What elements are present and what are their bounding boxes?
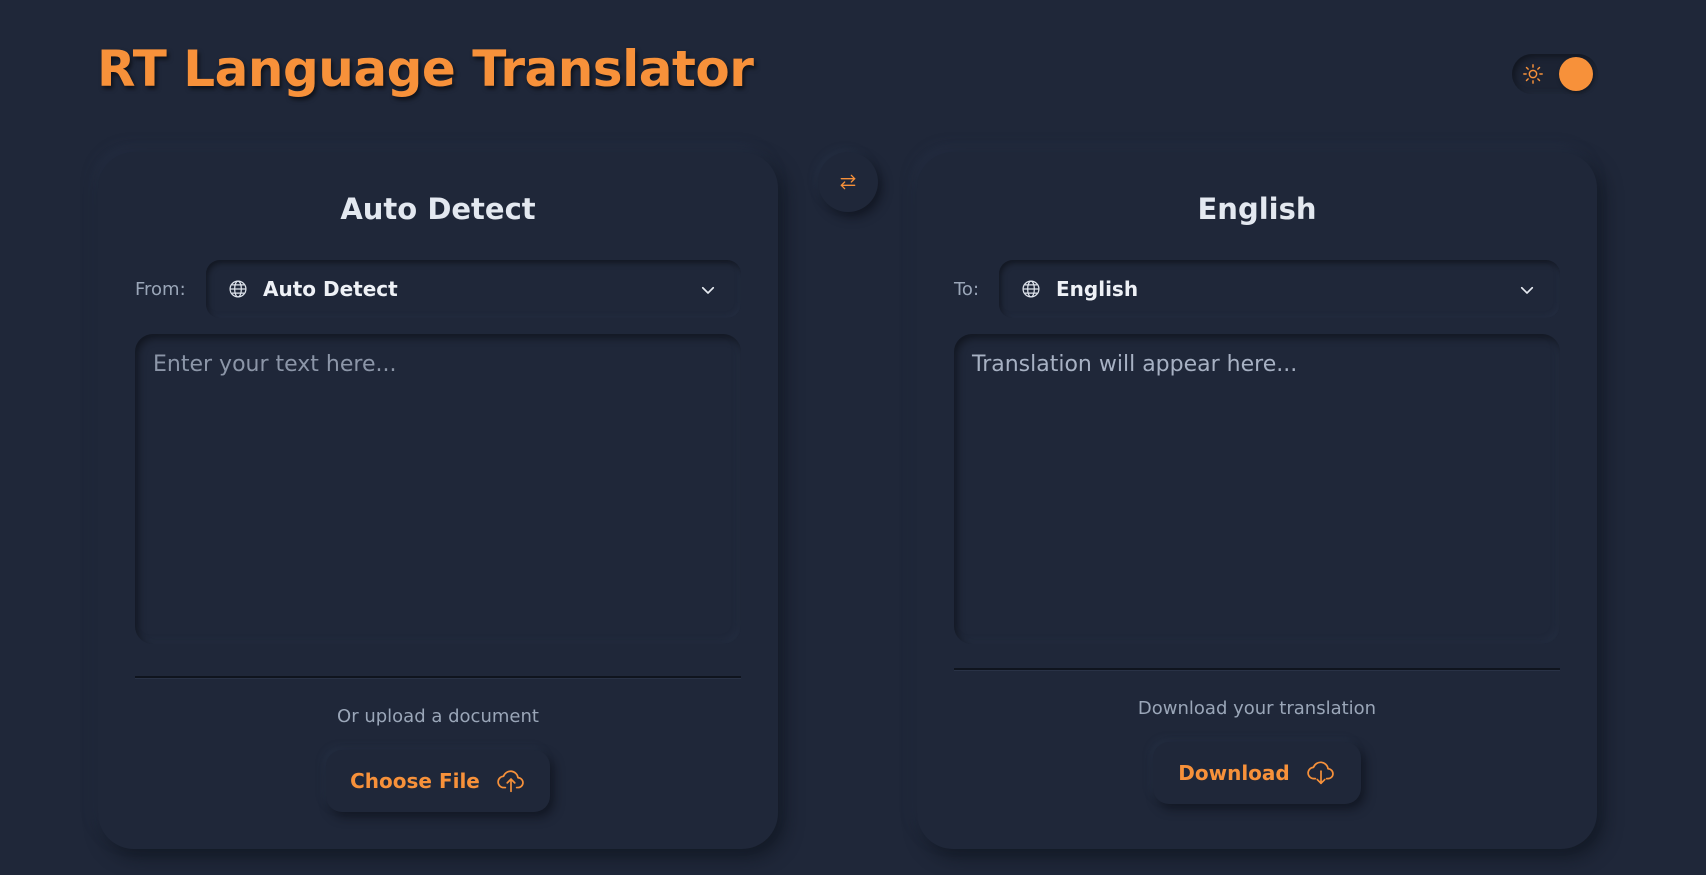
- divider: [135, 676, 741, 678]
- theme-toggle[interactable]: [1512, 54, 1598, 94]
- translation-output: Translation will appear here...: [954, 334, 1560, 644]
- upload-prompt: Or upload a document: [337, 706, 539, 727]
- toggle-knob[interactable]: [1559, 57, 1593, 91]
- swap-arrows-icon: [840, 174, 856, 190]
- download-label: Download: [1178, 761, 1290, 785]
- choose-file-button[interactable]: Choose File: [326, 750, 550, 812]
- globe-icon: [1022, 280, 1040, 298]
- source-text-input[interactable]: Enter your text here...: [135, 334, 741, 644]
- download-button[interactable]: Download: [1153, 742, 1361, 804]
- swap-languages-button[interactable]: [818, 152, 878, 212]
- download-prompt: Download your translation: [1137, 698, 1377, 719]
- cloud-download-icon: [1307, 761, 1334, 785]
- source-heading: Auto Detect: [340, 192, 536, 226]
- source-language-value: Auto Detect: [263, 277, 398, 301]
- cloud-upload-icon: [497, 770, 524, 793]
- chevron-down-icon: [701, 286, 715, 294]
- target-language-value: English: [1056, 277, 1139, 301]
- choose-file-label: Choose File: [350, 769, 480, 793]
- app-title: RT Language Translator: [97, 40, 754, 98]
- from-label: From:: [135, 279, 186, 300]
- target-panel: English To: English Translation will app…: [917, 152, 1597, 849]
- to-label: To:: [954, 279, 980, 300]
- target-heading: English: [1197, 192, 1317, 226]
- target-language-select[interactable]: English: [999, 260, 1560, 318]
- sun-icon: [1523, 64, 1543, 84]
- globe-icon: [229, 280, 247, 298]
- divider: [954, 668, 1560, 670]
- chevron-down-icon: [1520, 286, 1534, 294]
- source-panel: Auto Detect From: Auto Detect Enter your…: [98, 152, 778, 849]
- source-language-select[interactable]: Auto Detect: [206, 260, 741, 318]
